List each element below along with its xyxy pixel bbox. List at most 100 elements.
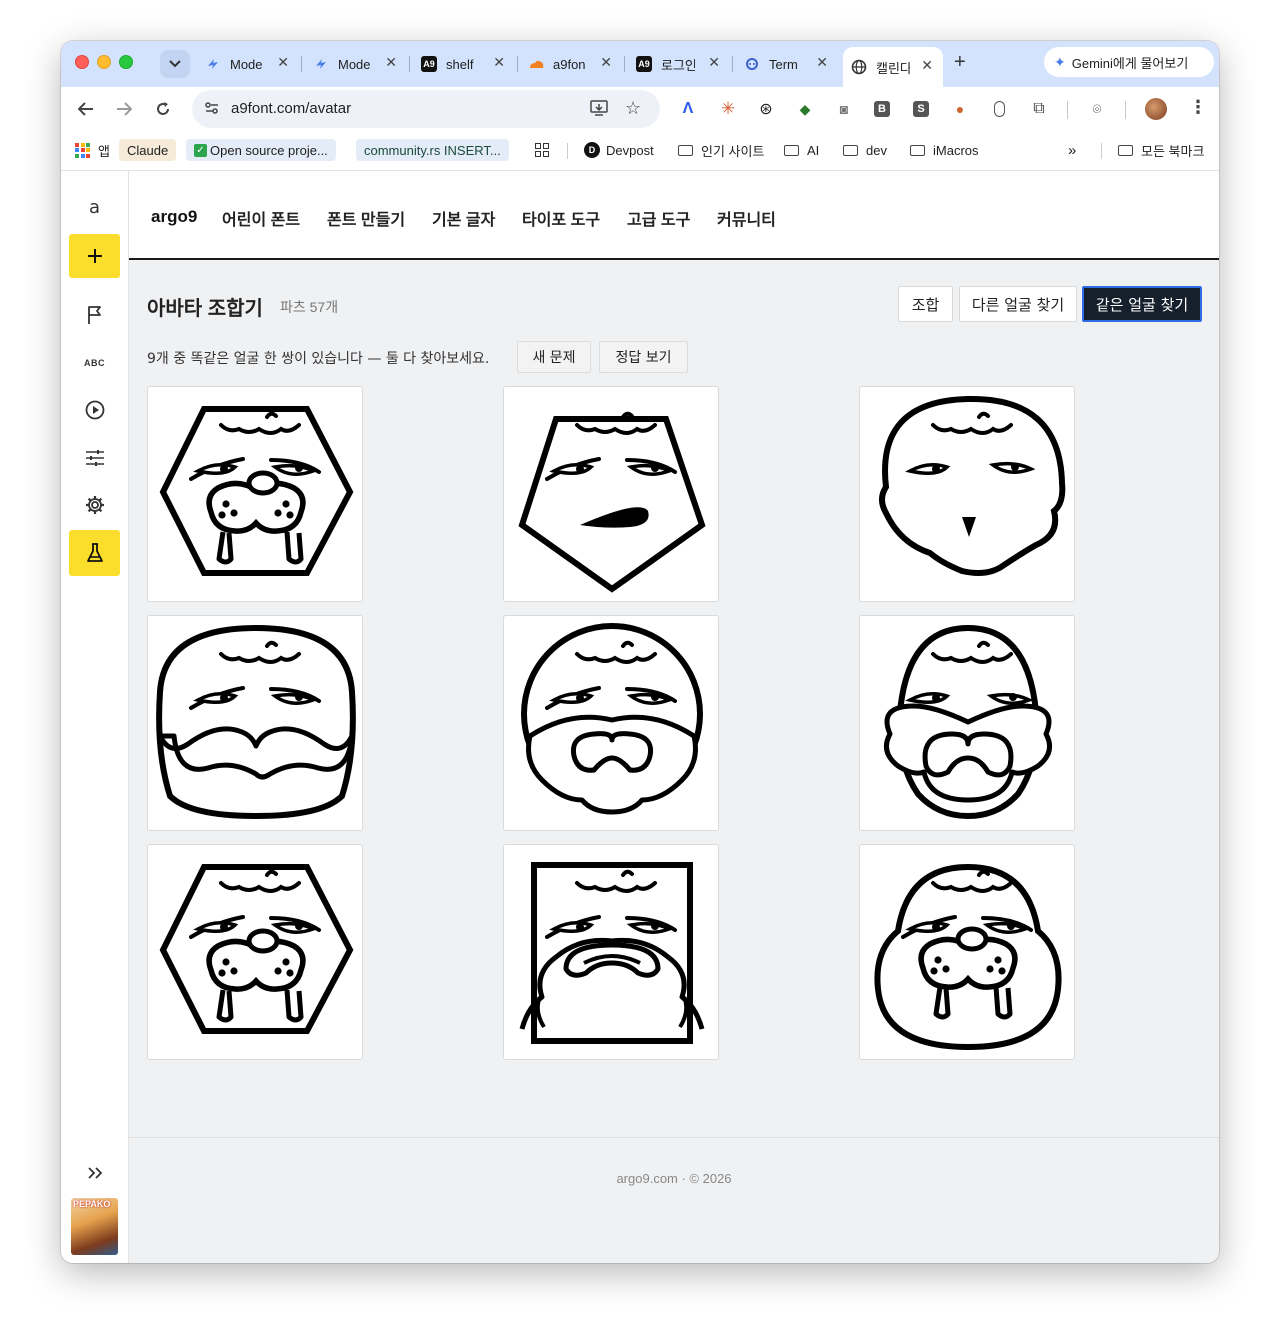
tab-2[interactable]: A9 shelf ✕	[421, 49, 505, 79]
tab-6[interactable]: 캘린다 ✕	[843, 47, 943, 87]
face-round-walrus	[874, 863, 1062, 1051]
face-card-8[interactable]	[503, 844, 719, 1060]
bookmark-claude-label: Claude	[127, 142, 169, 158]
bookmark-apps[interactable]: 앱	[75, 139, 110, 161]
ext-a-icon[interactable]: Ʌ	[678, 99, 698, 119]
reload-button[interactable]	[151, 97, 175, 121]
bookmark-open-source[interactable]: ✓ Open source proje...	[186, 139, 336, 161]
ext-b-icon[interactable]: B	[872, 99, 892, 119]
tab-3[interactable]: a9fon ✕	[528, 49, 612, 79]
globe-icon	[851, 59, 867, 75]
bookmark-all[interactable]: 모든 북마크	[1118, 139, 1204, 161]
sidebar-item-sliders[interactable]	[69, 436, 120, 480]
site-settings-icon[interactable]	[204, 100, 220, 121]
address-bar[interactable]: a9font.com/avatar ☆	[192, 90, 660, 128]
face-roundrect-mustache	[156, 624, 356, 820]
sidebar-item-font[interactable]: a	[69, 185, 120, 229]
nav-item-typo-tools[interactable]: 타이포 도구	[522, 206, 600, 230]
chevron-down-icon	[169, 60, 181, 68]
close-icon[interactable]: ✕	[816, 54, 828, 71]
sidebar-collapse-button[interactable]	[69, 1151, 120, 1195]
spark-icon	[313, 56, 329, 72]
minimize-window-button[interactable]	[97, 55, 111, 69]
a9-icon: A9	[636, 56, 652, 72]
forward-button[interactable]	[112, 97, 136, 121]
sidebar-item-settings[interactable]	[69, 483, 120, 527]
face-skull-beak	[879, 395, 1066, 576]
ext-whale-icon[interactable]: ●	[950, 99, 970, 119]
face-card-3[interactable]	[859, 386, 1075, 602]
tab-0[interactable]: Mode ✕	[205, 49, 289, 79]
tab-5[interactable]: Term ✕	[744, 49, 828, 79]
brand-logo[interactable]: argo9	[151, 207, 197, 227]
close-icon[interactable]: ✕	[708, 54, 720, 71]
face-card-2[interactable]	[503, 386, 719, 602]
new-puzzle-button[interactable]: 새 문제	[517, 341, 591, 373]
ext-camera-icon[interactable]: ◙	[834, 99, 854, 119]
sidebar-item-lab[interactable]	[69, 530, 120, 576]
sliders-icon	[85, 450, 104, 466]
face-card-6[interactable]	[859, 615, 1075, 831]
tab-4[interactable]: A9 로그인 ✕	[636, 49, 720, 79]
sidebar-item-flag[interactable]	[69, 293, 120, 337]
close-icon[interactable]: ✕	[921, 57, 933, 74]
show-answer-button[interactable]: 정답 보기	[599, 341, 688, 373]
close-icon[interactable]: ✕	[493, 54, 505, 71]
nav-item-make-font[interactable]: 폰트 만들기	[327, 206, 405, 230]
flask-icon	[86, 543, 103, 562]
new-tab-button[interactable]: +	[954, 51, 966, 74]
bookmarks-overflow-button[interactable]: »	[1068, 139, 1076, 161]
bookmark-popular[interactable]: 인기 사이트	[678, 139, 764, 161]
close-window-button[interactable]	[75, 55, 89, 69]
arrow-left-icon	[78, 102, 93, 116]
tab-1[interactable]: Mode ✕	[313, 49, 397, 79]
face-card-5[interactable]	[503, 615, 719, 831]
nav-item-advanced-tools[interactable]: 고급 도구	[627, 206, 690, 230]
sidebar-item-abc[interactable]: ABC	[69, 341, 120, 385]
extensions-puzzle-icon[interactable]: ⧉	[1029, 99, 1049, 119]
install-app-icon[interactable]	[590, 100, 608, 121]
puzzle-instruction: 9개 중 똑같은 얼굴 한 쌍이 있습니다 — 둘 다 찾아보세요.	[147, 351, 490, 367]
menu-kebab-icon[interactable]: ⋮	[1189, 97, 1207, 118]
tab-search-button[interactable]	[160, 50, 190, 78]
sidebar-item-add[interactable]	[69, 234, 120, 278]
close-icon[interactable]: ✕	[385, 54, 397, 71]
bookmark-devpost[interactable]: D Devpost	[584, 139, 654, 161]
bookmark-dev[interactable]: dev	[843, 139, 887, 161]
bookmark-claude[interactable]: Claude	[119, 139, 177, 161]
mode-find-different-button[interactable]: 다른 얼굴 찾기	[959, 286, 1077, 322]
close-icon[interactable]: ✕	[277, 54, 289, 71]
page-viewport: a ABC PEPAKO argo9 어린이 폰트 폰트 만들기 기본 글자 타…	[61, 170, 1219, 1263]
bookmark-qr[interactable]	[535, 139, 549, 161]
robot-icon	[744, 56, 760, 72]
ext-s-icon[interactable]: S	[911, 99, 931, 119]
face-card-9[interactable]	[859, 844, 1075, 1060]
bookmark-star-icon[interactable]: ☆	[625, 98, 641, 119]
ext-openai-icon[interactable]: ⊛	[756, 99, 776, 119]
back-button[interactable]	[74, 97, 98, 121]
bookmark-ai[interactable]: AI	[784, 139, 819, 161]
face-card-4[interactable]	[147, 615, 363, 831]
sidebar-item-play[interactable]	[69, 388, 120, 432]
flag-icon	[87, 306, 101, 324]
face-card-1[interactable]	[147, 386, 363, 602]
zoom-window-button[interactable]	[119, 55, 133, 69]
ext-claude-icon[interactable]: ✳	[718, 99, 738, 119]
face-card-7[interactable]	[147, 844, 363, 1060]
ext-zero-icon[interactable]	[989, 99, 1009, 119]
nav-item-kids-font[interactable]: 어린이 폰트	[222, 206, 300, 230]
bookmark-imacros[interactable]: iMacros	[910, 139, 979, 161]
sidebar-thumbnail-image[interactable]: PEPAKO	[71, 1198, 118, 1255]
ext-frog-icon[interactable]: ◆	[795, 99, 815, 119]
profile-avatar[interactable]	[1145, 98, 1167, 120]
tab-label: 캘린다	[876, 60, 910, 76]
mode-combine-button[interactable]: 조합	[898, 286, 953, 322]
gemini-button[interactable]: ✦ Gemini에게 물어보기	[1044, 47, 1214, 77]
nav-item-basic-letters[interactable]: 기본 글자	[432, 206, 495, 230]
tab-label: Mode	[338, 56, 371, 72]
mode-find-same-button[interactable]: 같은 얼굴 찾기	[1082, 286, 1202, 322]
nav-item-community[interactable]: 커뮤니티	[717, 206, 776, 230]
close-icon[interactable]: ✕	[600, 54, 612, 71]
screenshot-icon[interactable]: ⌾	[1087, 99, 1107, 119]
bookmark-community[interactable]: community.rs INSERT...	[356, 139, 509, 161]
